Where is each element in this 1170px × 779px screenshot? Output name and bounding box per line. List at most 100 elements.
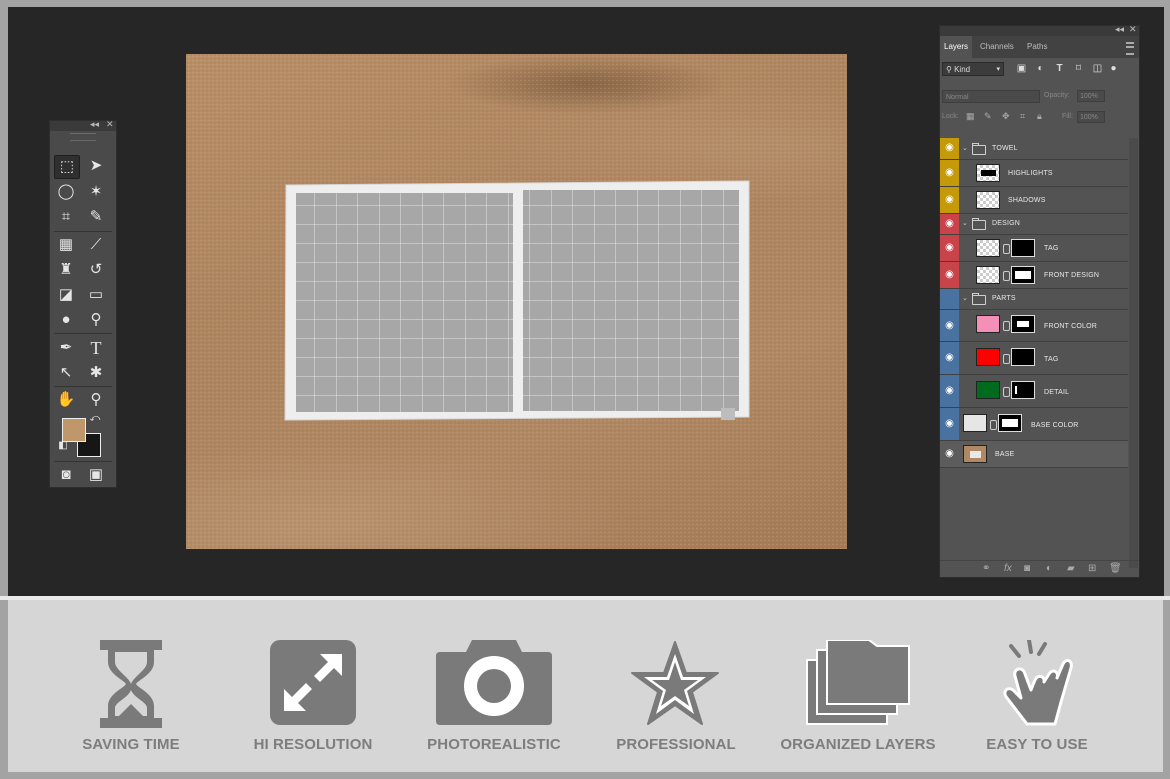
add-mask-icon[interactable]: ◙ (1024, 563, 1030, 575)
brush-tool[interactable]: ⟋ (84, 234, 108, 256)
type-filter-icon[interactable]: T (1054, 63, 1065, 74)
move-tool[interactable]: ➤ (84, 155, 108, 177)
lock-pixels-icon[interactable]: ✎ (984, 111, 992, 122)
pen-tool[interactable]: ✒ (54, 337, 78, 359)
visibility-toggle[interactable]: ◉ (940, 441, 959, 467)
layer-shadows[interactable]: ◉ SHADOWS (940, 187, 1128, 214)
layer-parts-tag[interactable]: ◉ TAG (940, 342, 1128, 375)
layer-detail[interactable]: ◉ DETAIL (940, 375, 1128, 408)
adjustment-filter-icon[interactable]: ◐ (1035, 63, 1046, 74)
opacity-field[interactable]: 100% (1077, 90, 1105, 102)
layer-base[interactable]: ◉ BASE (940, 441, 1128, 468)
swap-colors-icon[interactable]: ⤺ (88, 412, 102, 426)
fx-icon[interactable]: fx (1004, 563, 1012, 575)
visibility-toggle[interactable]: ◉ (940, 214, 959, 234)
document-canvas[interactable] (186, 54, 847, 549)
filter-toggle-icon[interactable]: ● (1108, 63, 1119, 74)
camera-icon (436, 640, 552, 725)
layer-group-parts[interactable]: ⌄ PARTS (940, 289, 1128, 310)
layer-highlights[interactable]: ◉ HIGHLIGHTS (940, 160, 1128, 187)
shape-filter-icon[interactable]: ⌑ (1073, 63, 1084, 74)
hand-tool[interactable]: ✋ (54, 389, 78, 411)
visibility-toggle[interactable]: ◉ (940, 187, 959, 213)
visibility-toggle[interactable]: ◉ (940, 342, 959, 374)
collapse-icon[interactable]: ◂◂ (90, 119, 99, 130)
marquee-tool[interactable]: ⬚ (54, 155, 80, 179)
tab-channels[interactable]: Channels (976, 36, 1018, 58)
link-layers-icon[interactable]: ⚭ (982, 563, 990, 575)
image-filter-icon[interactable]: ▣ (1016, 63, 1027, 74)
layer-group-design[interactable]: ◉ ⌄ DESIGN (940, 214, 1128, 235)
dodge-tool[interactable]: ⚲ (84, 309, 108, 331)
feature-label-saving-time: SAVING TIME (82, 736, 180, 753)
screen-mode-icon[interactable]: ▣ (84, 464, 108, 486)
trash-icon[interactable]: 🗑︎ (1109, 563, 1122, 575)
custom-shape-tool[interactable]: ✱ (84, 362, 108, 384)
layer-front-color[interactable]: ◉ FRONT COLOR (940, 310, 1128, 342)
close-icon[interactable]: ✕ (1129, 24, 1137, 35)
path-selection-tool[interactable]: ↖ (54, 362, 78, 384)
blur-tool[interactable]: ● (54, 309, 78, 331)
panel-grip[interactable] (70, 133, 96, 141)
visibility-toggle[interactable] (940, 289, 959, 309)
visibility-toggle[interactable]: ◉ (940, 408, 959, 440)
zoom-tool[interactable]: ⚲ (84, 389, 108, 411)
lock-transparency-icon[interactable]: ▦ (966, 111, 975, 122)
eraser-tool[interactable]: ◪ (54, 284, 78, 306)
gradient-tool[interactable]: ▭ (84, 284, 108, 306)
visibility-toggle[interactable]: ◉ (940, 310, 959, 341)
panel-tabs: Layers Channels Paths (940, 36, 1139, 58)
tab-paths[interactable]: Paths (1023, 36, 1051, 58)
fill-color-thumbnail[interactable] (963, 414, 987, 432)
lasso-tool[interactable]: ◯ (54, 181, 78, 203)
layer-base-color[interactable]: ◉ BASE COLOR (940, 408, 1128, 441)
type-tool[interactable]: T (84, 337, 108, 359)
fill-color-thumbnail[interactable] (976, 381, 1000, 399)
blend-mode-select[interactable]: Normal (942, 90, 1040, 103)
layer-mask-thumbnail[interactable] (1011, 348, 1035, 366)
layer-group-towel[interactable]: ◉ ⌄ TOWEL (940, 138, 1128, 160)
tab-layers[interactable]: Layers (940, 36, 973, 58)
new-layer-icon[interactable]: ⊞ (1088, 563, 1096, 575)
fill-color-thumbnail[interactable] (976, 348, 1000, 366)
dashed-rectangle-icon: ⬚ (59, 158, 75, 175)
fill-field[interactable]: 100% (1077, 111, 1105, 123)
history-brush-tool[interactable]: ↺ (84, 259, 108, 281)
filter-kind-select[interactable]: ⚲ Kind ▾ (942, 62, 1004, 76)
visibility-toggle[interactable]: ◉ (940, 138, 959, 159)
smart-object-filter-icon[interactable]: ◫ (1092, 63, 1103, 74)
new-group-icon[interactable]: ▰ (1067, 563, 1075, 575)
layer-mask-thumbnail[interactable] (1011, 315, 1035, 333)
crop-tool[interactable]: ⌗ (54, 206, 78, 228)
panel-menu-icon[interactable] (1126, 42, 1134, 55)
healing-tool[interactable]: ▦ (54, 234, 78, 256)
collapse-icon[interactable]: ◂◂ (1115, 24, 1124, 35)
chevron-down-icon[interactable]: ⌄ (962, 144, 968, 152)
lasso-icon: ◯ (57, 183, 75, 200)
layer-mask-thumbnail[interactable] (1011, 239, 1035, 257)
lock-all-icon[interactable]: 🔒︎ (1037, 111, 1042, 122)
chevron-down-icon[interactable]: ⌄ (962, 219, 968, 227)
layer-design-tag[interactable]: ◉ TAG (940, 235, 1128, 262)
default-colors-icon[interactable]: ◧ (56, 439, 70, 453)
eyedropper-tool[interactable]: ✎ (84, 206, 108, 228)
magic-wand-tool[interactable]: ✶ (84, 181, 108, 203)
quick-mask-icon[interactable]: ◙ (54, 464, 78, 486)
layers-scrollbar[interactable] (1129, 138, 1138, 568)
lock-position-icon[interactable]: ✥ (1002, 111, 1010, 122)
layer-front-design[interactable]: ◉ FRONT DESIGN (940, 262, 1128, 289)
close-icon[interactable]: ✕ (106, 119, 114, 130)
visibility-toggle[interactable]: ◉ (940, 160, 959, 186)
chevron-down-icon[interactable]: ⌄ (962, 294, 968, 302)
visibility-toggle[interactable]: ◉ (940, 375, 959, 407)
visibility-toggle[interactable]: ◉ (940, 235, 959, 261)
fill-color-thumbnail[interactable] (976, 315, 1000, 333)
layer-mask-thumbnail[interactable] (1011, 266, 1035, 284)
adjustment-layer-icon[interactable]: ◐ (1046, 563, 1052, 575)
lock-artboard-icon[interactable]: ⌗ (1020, 111, 1025, 122)
visibility-toggle[interactable]: ◉ (940, 262, 959, 288)
smart-object-thumbnail (976, 266, 1000, 284)
layer-mask-thumbnail[interactable] (1011, 381, 1035, 399)
layer-mask-thumbnail[interactable] (998, 414, 1022, 432)
stamp-tool[interactable]: ♜ (54, 259, 78, 281)
